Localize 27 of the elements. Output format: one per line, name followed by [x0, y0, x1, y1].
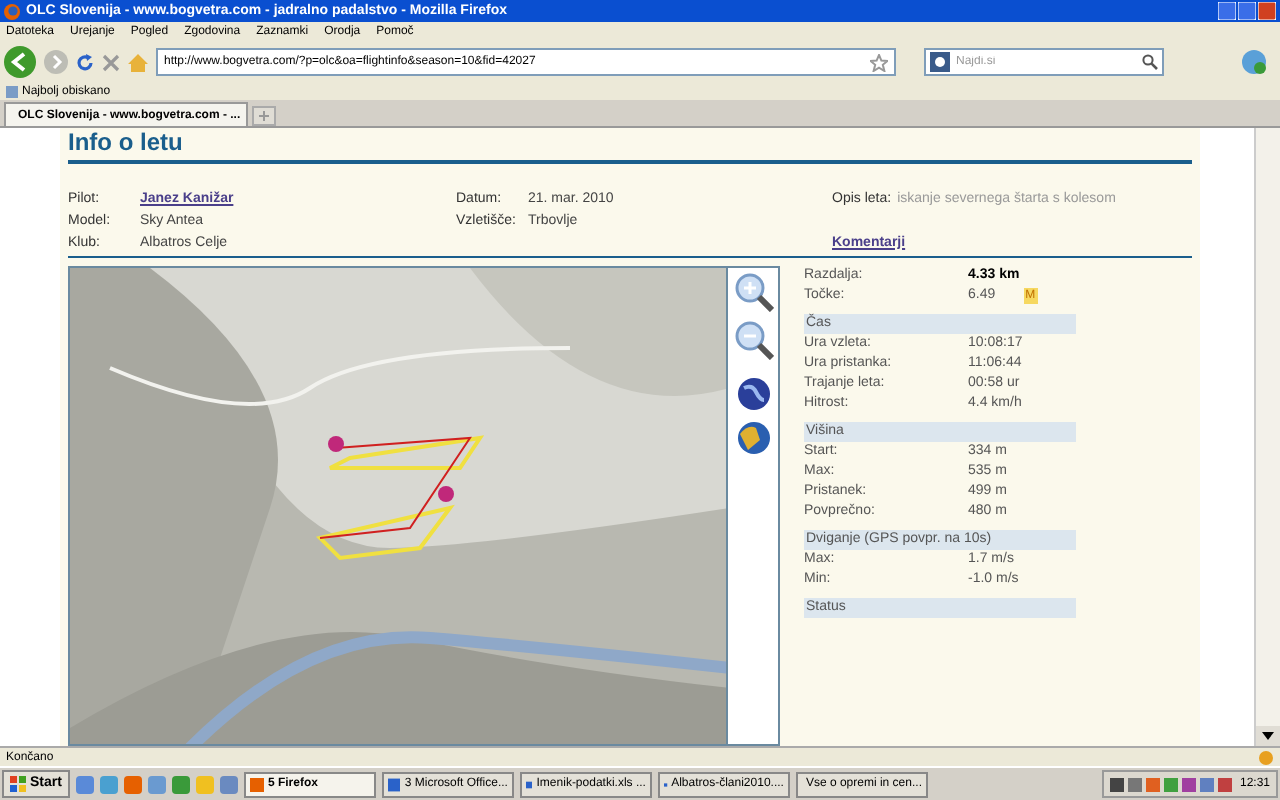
globe-icon[interactable] [735, 376, 771, 412]
app-icon[interactable] [525, 777, 533, 791]
windows-logo-icon[interactable] [10, 776, 26, 792]
globe-icon[interactable] [735, 420, 771, 456]
new-tab-icon[interactable] [252, 106, 276, 126]
app-icon[interactable] [663, 777, 668, 791]
search-engine-icon[interactable] [930, 52, 950, 72]
zoom-in-icon[interactable] [733, 272, 773, 312]
bookmark-star-icon[interactable] [870, 53, 888, 71]
zoom-out-icon[interactable] [733, 320, 773, 360]
page-heading: Info o letu [68, 130, 185, 154]
addon-icon[interactable] [1240, 48, 1268, 76]
firefox-icon[interactable] [4, 3, 20, 19]
reload-icon[interactable] [76, 53, 94, 71]
addon-status-icon[interactable] [1258, 749, 1274, 765]
close-icon[interactable] [1258, 2, 1276, 20]
stop-icon[interactable] [102, 53, 120, 71]
back-button-icon[interactable] [4, 46, 36, 78]
app-icon[interactable] [387, 777, 401, 791]
forward-button-icon[interactable] [44, 50, 68, 74]
scrollbar[interactable] [1254, 128, 1280, 746]
minimize-icon[interactable] [1218, 2, 1236, 20]
app-icon[interactable] [249, 777, 264, 791]
search-icon[interactable] [1142, 54, 1158, 70]
home-icon[interactable] [128, 53, 148, 71]
maximize-icon[interactable] [1238, 2, 1256, 20]
scroll-down-icon[interactable] [1256, 726, 1280, 746]
